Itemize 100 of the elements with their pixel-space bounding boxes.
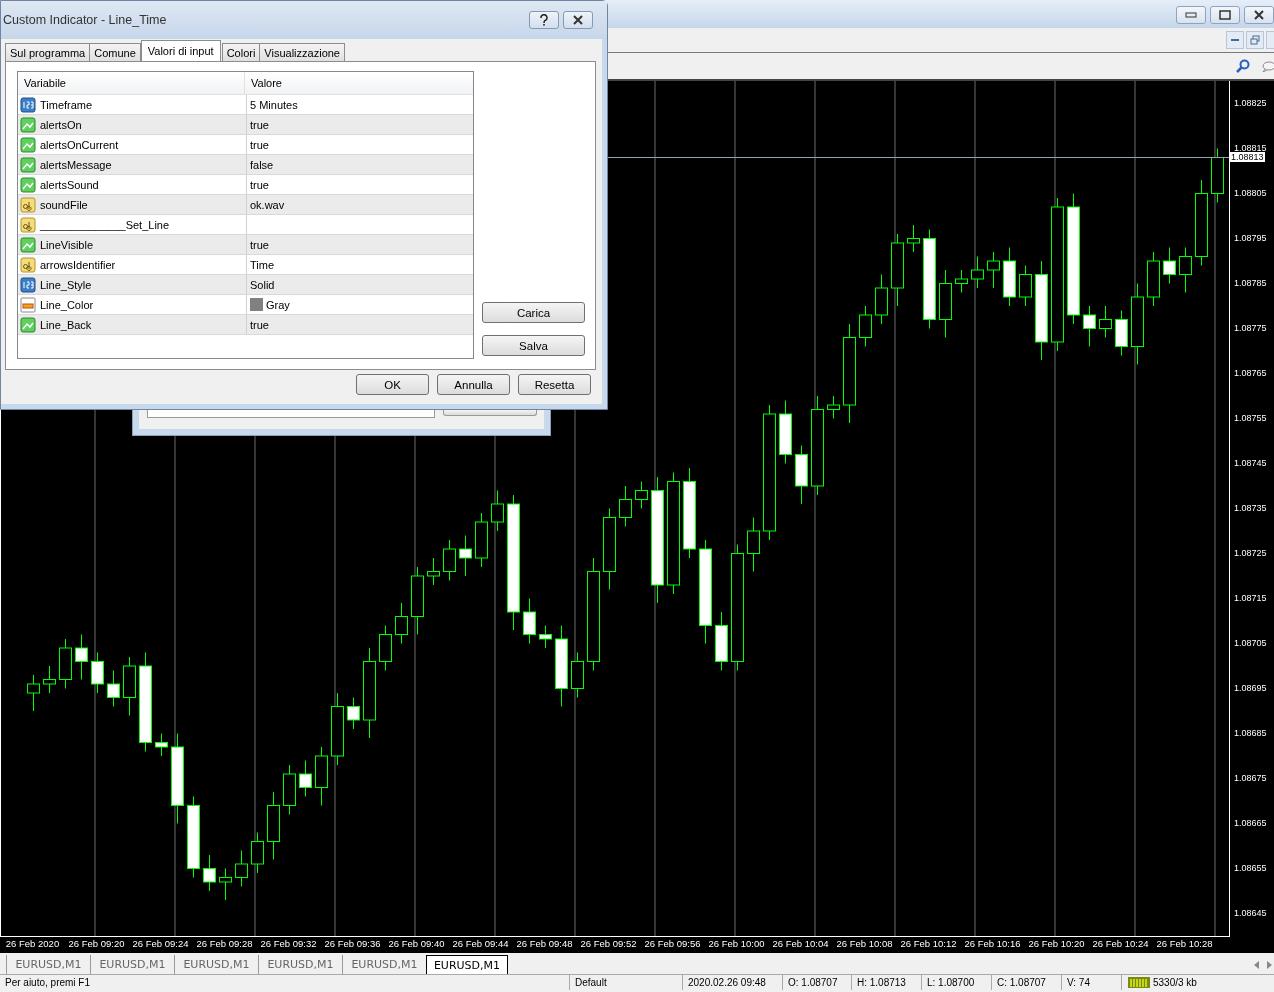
minimize-button[interactable] — [1176, 6, 1206, 24]
status-text: V: 74 — [1062, 975, 1122, 990]
table-cell: alertsOnCurrent — [40, 138, 119, 151]
table-cell: alertsOn — [40, 118, 82, 131]
table-cell: true — [250, 118, 269, 131]
candle — [379, 625, 392, 671]
candle — [203, 854, 216, 892]
side-button[interactable]: Carica — [482, 302, 585, 323]
time-label: 26 Feb 10:28 — [1156, 938, 1213, 949]
time-label: 26 Feb 10:12 — [900, 938, 957, 949]
time-label: 26 Feb 10:16 — [964, 938, 1021, 949]
price-label: 1.08815 — [1234, 142, 1267, 153]
candle — [795, 445, 808, 505]
price-label: 1.08645 — [1234, 907, 1267, 918]
table-cell: arrowsIdentifier — [40, 258, 116, 271]
table-cell: ______________Set_Line — [40, 218, 170, 231]
tab[interactable]: Visualizzazione — [259, 43, 345, 61]
price-label: 1.08795 — [1234, 232, 1267, 243]
candle — [75, 634, 88, 680]
candle — [395, 602, 408, 644]
candle — [1019, 265, 1032, 307]
table-cell: Timeframe — [40, 98, 93, 111]
column-header[interactable]: Variabile — [18, 72, 245, 94]
chat-icon[interactable] — [1262, 60, 1274, 72]
tab[interactable]: Colori — [221, 43, 261, 61]
status-text: Per aiuto, premi F1 — [0, 975, 570, 990]
close-icon — [1253, 10, 1265, 20]
color-type-icon — [20, 296, 36, 313]
scroll-right-icon[interactable] — [1267, 961, 1272, 969]
table-cell: Line_Style — [40, 278, 92, 291]
search-icon[interactable] — [1236, 59, 1250, 73]
dialog-button[interactable]: Annulla — [437, 374, 510, 395]
candle — [619, 485, 632, 527]
maximize-button[interactable] — [1210, 6, 1240, 24]
minimize-button[interactable] — [1226, 31, 1244, 49]
candle — [939, 269, 952, 338]
help-button[interactable] — [529, 11, 559, 29]
candle — [251, 832, 264, 874]
candle — [219, 868, 232, 901]
chart-tab[interactable]: EURUSD,M1 — [258, 955, 342, 974]
table-cell: Time — [250, 258, 275, 271]
candle — [571, 652, 584, 698]
tab[interactable]: Comune — [89, 43, 141, 61]
table-cell: alertsSound — [40, 178, 99, 191]
status-text: 2020.02.26 09:48 — [683, 975, 783, 990]
price-label: 1.08685 — [1234, 727, 1267, 738]
candle — [491, 490, 504, 532]
scroll-left-icon[interactable] — [1254, 961, 1259, 969]
text-type-icon — [20, 256, 36, 273]
candle — [155, 733, 168, 757]
candle — [523, 598, 536, 644]
candle — [1115, 310, 1128, 356]
input-field[interactable] — [147, 410, 435, 418]
candle — [459, 535, 472, 577]
candle — [1099, 305, 1112, 338]
status-text: L: 1.08700 — [922, 975, 992, 990]
column-header[interactable]: Valore — [245, 72, 282, 94]
chart-tab[interactable]: EURUSD,M1 — [426, 955, 508, 974]
time-label: 26 Feb 09:48 — [516, 938, 573, 949]
candle — [539, 625, 552, 649]
current-price-label: 1.08813 — [1230, 151, 1265, 162]
time-label: 26 Feb 09:28 — [196, 938, 253, 949]
candle — [267, 791, 280, 860]
candle — [1003, 247, 1016, 307]
table-cell: ok.wav — [250, 198, 285, 211]
restore-button[interactable] — [1246, 31, 1264, 49]
table-cell: Gray — [266, 298, 290, 311]
time-label: 26 Feb 09:32 — [260, 938, 317, 949]
close-icon — [572, 15, 584, 25]
candle — [347, 697, 360, 730]
chart-tab[interactable]: EURUSD,M1 — [174, 955, 258, 974]
dialog-button[interactable]: OK — [356, 374, 429, 395]
tab[interactable]: Valori di input — [140, 40, 221, 61]
price-label: 1.08805 — [1234, 187, 1267, 198]
tab[interactable]: Sul programma — [5, 43, 91, 61]
dialog-button[interactable] — [443, 410, 537, 416]
candle — [315, 746, 328, 806]
status-text: C: 1.08707 — [992, 975, 1062, 990]
connection-bars-icon — [1128, 977, 1150, 988]
candle — [107, 670, 120, 707]
candle — [411, 566, 424, 635]
candle — [43, 665, 56, 694]
status-text: O: 1.08707 — [783, 975, 852, 990]
time-label: 26 Feb 09:52 — [580, 938, 637, 949]
status-text: Default — [570, 975, 683, 990]
candle — [987, 251, 1000, 289]
candle — [91, 652, 104, 694]
candle — [123, 656, 136, 716]
dialog-button[interactable]: Resetta — [518, 374, 591, 395]
price-label: 1.08725 — [1234, 547, 1267, 558]
candle — [59, 638, 72, 689]
price-label: 1.08765 — [1234, 367, 1267, 378]
side-button[interactable]: Salva — [482, 335, 585, 356]
price-label: 1.08755 — [1234, 412, 1267, 423]
chart-tab[interactable]: EURUSD,M1 — [6, 955, 90, 974]
table-cell: alertsMessage — [40, 158, 112, 171]
candle — [283, 764, 296, 815]
table-cell: true — [250, 318, 269, 331]
chart-tab[interactable]: EURUSD,M1 — [90, 955, 174, 974]
maximize-icon — [1219, 10, 1231, 20]
